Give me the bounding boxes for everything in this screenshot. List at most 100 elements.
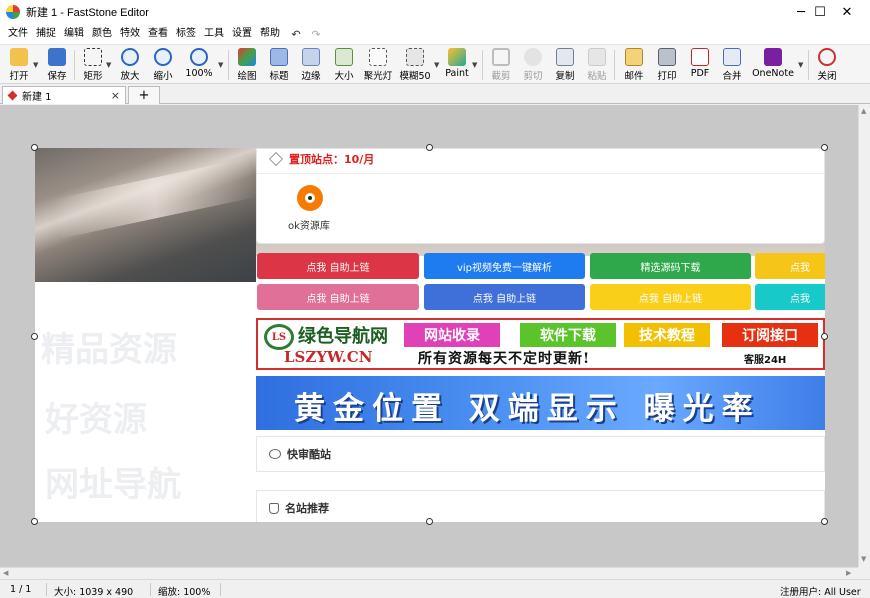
scroll-left-icon[interactable]: ◀ (3, 569, 8, 577)
paint-label: Paint (445, 68, 469, 79)
hero-image (35, 148, 256, 282)
merge-icon (723, 48, 741, 66)
link-button-vip-video[interactable]: vip视频免费一键解析 (424, 253, 585, 279)
menu-view[interactable]: 查看 (144, 24, 172, 44)
scissors-icon (524, 48, 542, 66)
link-button-self-submit[interactable]: 点我 自助上链 (257, 253, 419, 279)
email-button[interactable]: 邮件 (621, 47, 647, 83)
banner-pill: 软件下载 (520, 323, 616, 347)
open-button[interactable]: 打开 (6, 47, 32, 83)
pdf-button[interactable]: PDF (687, 47, 713, 83)
menu-colors[interactable]: 颜色 (88, 24, 116, 44)
scroll-right-icon[interactable]: ▶ (846, 569, 851, 577)
link-button-clipped[interactable]: 点我 (755, 284, 825, 310)
tab-new-1[interactable]: 新建 1 × (2, 86, 126, 104)
editor-canvas[interactable]: 精品资源 好资源 网址导航 置顶站点：10/月 ok资源库 点我 自助上链 vi… (0, 105, 858, 567)
scroll-down-icon[interactable]: ▼ (861, 555, 866, 563)
paste-label: 粘贴 (587, 71, 607, 82)
rectangle-dropdown-caret[interactable]: ▼ (106, 61, 111, 69)
caption-button[interactable]: 标题 (266, 47, 292, 83)
draw-button[interactable]: 绘图 (234, 47, 260, 83)
draw-label: 绘图 (237, 71, 257, 82)
menu-tools[interactable]: 工具 (200, 24, 228, 44)
paste-button[interactable]: 粘贴 (584, 47, 610, 83)
menu-file[interactable]: 文件 (4, 24, 32, 44)
redo-icon[interactable]: ↷ (308, 28, 324, 41)
eye-icon (269, 449, 281, 459)
resize-handle-right[interactable] (821, 333, 828, 340)
cut-button[interactable]: 剪切 (520, 47, 546, 83)
zoom-100-button[interactable]: 100% (185, 47, 213, 83)
resize-handle-top[interactable] (426, 144, 433, 151)
paint-button[interactable]: Paint (444, 47, 470, 83)
link-button-self-submit[interactable]: 点我 自助上链 (590, 284, 751, 310)
new-tab-button[interactable]: + (128, 86, 160, 104)
banner-pill-label: 网站收录 (424, 328, 480, 344)
toolbar-divider (482, 50, 483, 80)
blur-label: 模糊50 (399, 71, 431, 82)
menu-effects[interactable]: 特效 (116, 24, 144, 44)
link-button-source-code[interactable]: 精选源码下载 (590, 253, 751, 279)
resize-handle-bottom[interactable] (426, 518, 433, 525)
resize-handle-left[interactable] (31, 333, 38, 340)
unsaved-marker-icon (7, 90, 18, 101)
zoom-out-button[interactable]: 缩小 (150, 47, 176, 83)
hero-watermark-area: 精品资源 好资源 网址导航 (35, 282, 256, 522)
blur-dropdown-caret[interactable]: ▼ (434, 61, 439, 69)
resize-handle-top-right[interactable] (821, 144, 828, 151)
resize-handle-bottom-right[interactable] (821, 518, 828, 525)
menu-tabs[interactable]: 标签 (172, 24, 200, 44)
zoom-dropdown-caret[interactable]: ▼ (218, 61, 223, 69)
rectangle-select-button[interactable]: 矩形 (80, 47, 106, 83)
copy-icon (556, 48, 574, 66)
copy-button[interactable]: 复制 (552, 47, 578, 83)
ls-logo-icon: LS (264, 324, 294, 350)
menu-edit[interactable]: 编辑 (60, 24, 88, 44)
document-tab-strip: 新建 1 × + (0, 84, 870, 104)
spotlight-button[interactable]: 聚光灯 (362, 47, 394, 83)
scroll-up-icon[interactable]: ▲ (861, 107, 866, 115)
menu-settings[interactable]: 设置 (228, 24, 256, 44)
edge-button[interactable]: 边缘 (298, 47, 324, 83)
pdf-icon (691, 48, 709, 66)
main-toolbar: 打开 ▼ 保存 矩形 ▼ 放大 缩小 100% ▼ 绘图 标题 边缘 大小 聚光… (0, 44, 870, 84)
green-nav-banner[interactable]: LS 绿色导航网 LSZYW.CN 网站收录 软件下载 技术教程 订阅接口 所有… (256, 318, 825, 370)
close-button[interactable]: 关闭 (814, 47, 840, 83)
link-button-self-submit[interactable]: 点我 自助上链 (257, 284, 419, 310)
print-button[interactable]: 打印 (654, 47, 680, 83)
resize-button[interactable]: 大小 (331, 47, 357, 83)
link-button-self-submit[interactable]: 点我 自助上链 (424, 284, 585, 310)
section-title: 快审酷站 (287, 448, 331, 461)
tab-close-icon[interactable]: × (111, 89, 120, 102)
merge-button[interactable]: 合并 (719, 47, 745, 83)
link-button-clipped[interactable]: 点我 (755, 253, 825, 279)
merge-label: 合并 (722, 71, 742, 82)
save-button[interactable]: 保存 (44, 47, 70, 83)
ok-site-logo-icon[interactable] (297, 185, 323, 211)
power-icon (818, 48, 836, 66)
ghost-text: 好资源 (45, 400, 147, 440)
blur-button[interactable]: 模糊50 (399, 47, 431, 83)
zoom-in-button[interactable]: 放大 (117, 47, 143, 83)
menu-capture[interactable]: 捕捉 (32, 24, 60, 44)
onenote-dropdown-caret[interactable]: ▼ (798, 61, 803, 69)
screenshot-image[interactable]: 精品资源 好资源 网址导航 置顶站点：10/月 ok资源库 点我 自助上链 vi… (35, 148, 825, 522)
folder-open-icon (10, 48, 28, 66)
resize-handle-bottom-left[interactable] (31, 518, 38, 525)
onenote-button[interactable]: OneNote (750, 47, 796, 83)
paint-dropdown-caret[interactable]: ▼ (472, 61, 477, 69)
banner-service: 客服24H (744, 355, 787, 366)
resize-handle-top-left[interactable] (31, 144, 38, 151)
crop-button[interactable]: 截剪 (488, 47, 514, 83)
vertical-scrollbar[interactable]: ▲ ▼ (858, 105, 870, 567)
resize-label: 大小 (334, 71, 354, 82)
ghost-text: 网址导航 (45, 465, 181, 505)
undo-icon[interactable]: ↶ (288, 28, 304, 41)
open-dropdown-caret[interactable]: ▼ (33, 61, 38, 69)
close-window-button[interactable]: ✕ (824, 0, 870, 24)
site-name[interactable]: ok资源库 (288, 217, 330, 232)
gold-position-banner[interactable]: 黄金位置 双端显示 曝光率 (256, 376, 825, 430)
horizontal-scrollbar[interactable]: ◀ ▶ (0, 567, 858, 579)
banner-pill-label: 订阅接口 (742, 328, 798, 344)
menu-help[interactable]: 帮助 (256, 24, 284, 44)
